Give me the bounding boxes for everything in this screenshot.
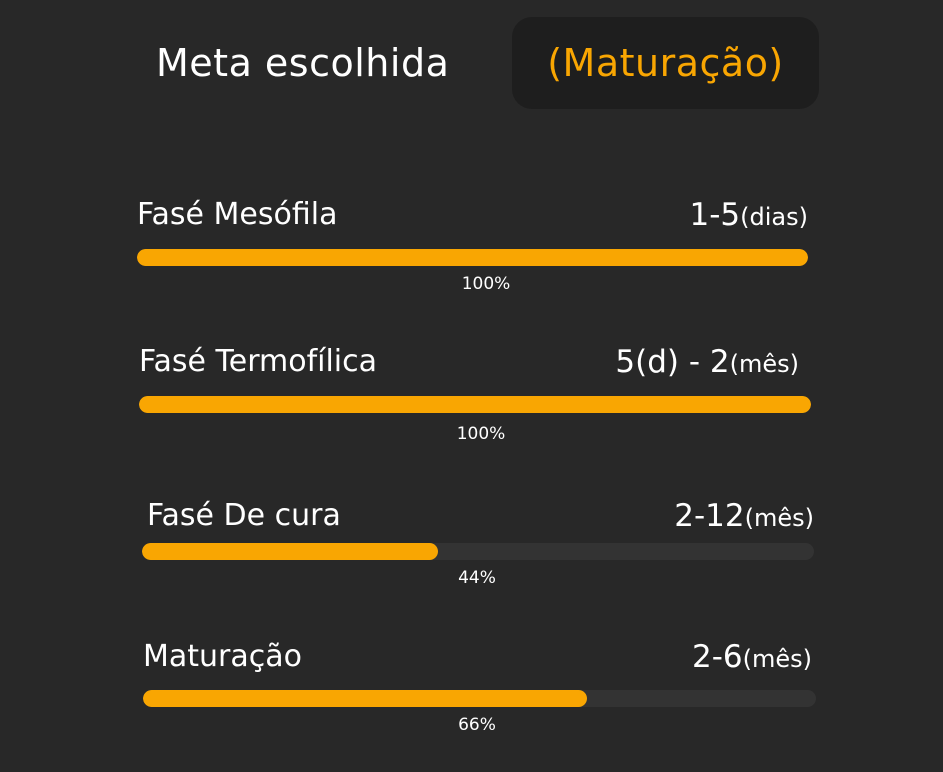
progress-bar [137,249,808,266]
phase-duration-unit: (mês) [744,504,814,532]
phase-mesophilic: Fasé Mesófila 1-5(dias) 100% [137,197,808,297]
progress-fill [139,396,811,413]
progress-fill [137,249,808,266]
progress-percent: 44% [458,568,496,588]
progress-percent: 66% [458,715,496,735]
phase-duration-value: 1-5 [689,197,741,233]
phase-name: Maturação [143,639,302,674]
phase-curing: Fasé De cura 2-12(mês) 44% [142,498,814,598]
phase-duration: 2-12(mês) [674,498,814,536]
phase-duration: 2-6(mês) [692,639,812,677]
phase-name: Fasé Termofílica [139,344,378,379]
phase-thermophilic: Fasé Termofílica 5(d) - 2(mês) 100% [139,344,811,444]
phase-duration-unit: (mês) [729,350,799,378]
phase-name: Fasé De cura [147,498,341,533]
progress-percent: 100% [456,424,506,444]
phase-duration-unit: (dias) [740,203,808,231]
phase-duration-value: 2-6 [691,639,743,675]
phase-duration: 5(d) - 2(mês) [615,344,799,382]
phase-name: Fasé Mesófila [137,197,338,232]
progress-bar [142,543,814,560]
phase-duration-unit: (mês) [742,645,812,673]
page-title: Meta escolhida [156,41,450,85]
progress-fill [142,543,438,560]
phase-duration-value: 5(d) - 2 [615,344,730,380]
selected-goal-chip[interactable]: (Maturação) [512,17,819,109]
progress-bar [139,396,811,413]
progress-bar [143,690,816,707]
phase-duration-value: 2-12 [674,498,745,534]
progress-fill [143,690,588,707]
phase-maturation: Maturação 2-6(mês) 66% [143,639,816,739]
progress-percent: 100% [461,274,511,294]
phase-duration: 1-5(dias) [690,197,808,235]
selected-goal-label: (Maturação) [547,41,784,85]
